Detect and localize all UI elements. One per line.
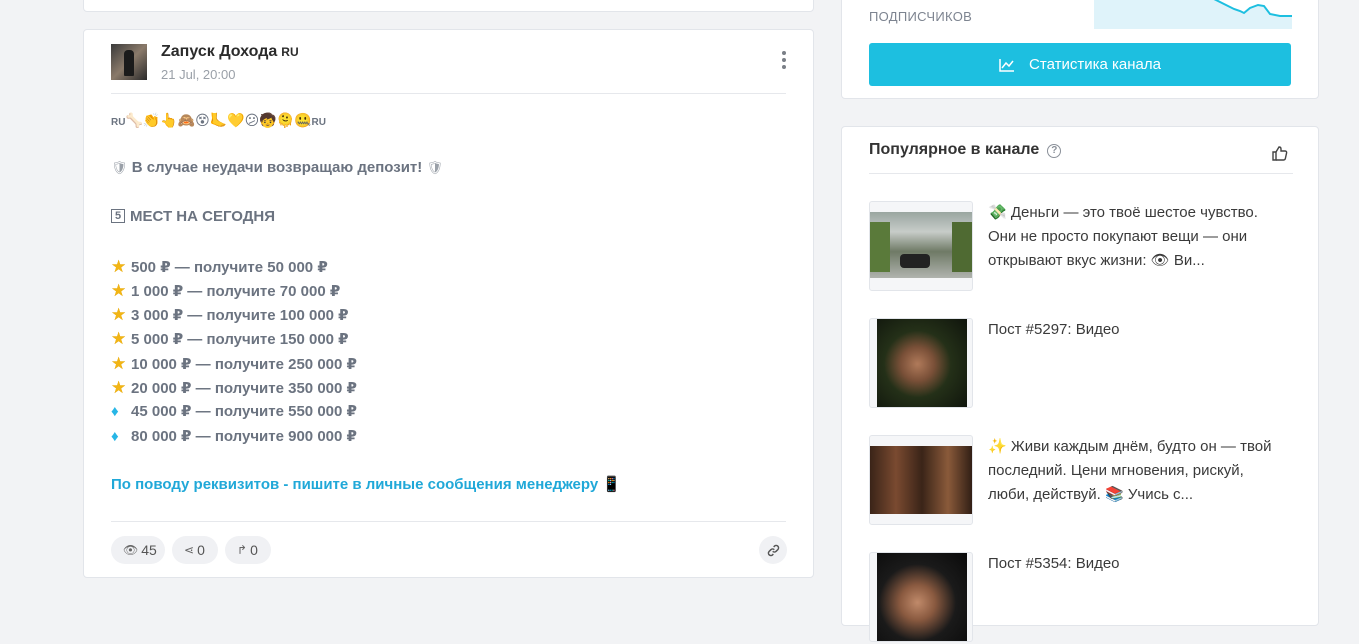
emoji-line: RU🦴👏👆🙈😵🦶💛😕🧒🫠🤐RU	[111, 112, 326, 129]
sparkles-icon: ✨	[988, 438, 1007, 455]
offer-line: ★ 10 000 ₽ — получите 250 000 ₽	[111, 354, 357, 374]
offer-text: 5 000 ₽ — получите 150 000 ₽	[131, 331, 349, 348]
header-divider	[111, 93, 786, 94]
subscribers-label: ПОДПИСЧИКОВ	[869, 9, 973, 24]
popular-item-thumbnail	[869, 318, 973, 408]
keycap-number-icon: 5	[111, 209, 125, 223]
star-icon: ★	[111, 305, 127, 324]
more-options-icon[interactable]	[780, 51, 788, 71]
popular-item[interactable]: ✨ Живи каждым днём, будто он — твой посл…	[869, 435, 1289, 527]
offer-line: ★ 500 ₽ — получите 50 000 ₽	[111, 257, 328, 277]
popular-title-text: Популярное в канале	[869, 141, 1040, 158]
contact-text: По поводу реквизитов - пишите в личные с…	[111, 476, 599, 493]
thumbs-up-icon[interactable]	[1271, 144, 1289, 162]
places-text: МЕСТ НА СЕГОДНЯ	[130, 208, 276, 225]
channel-statistics-label: Статистика канала	[1029, 56, 1161, 73]
offer-line: ♦ 45 000 ₽ — получите 550 000 ₽	[111, 402, 357, 420]
emoji-line-prefix: RU	[111, 117, 126, 128]
offer-line: ★ 5 000 ₽ — получите 150 000 ₽	[111, 329, 349, 349]
views-count: 45	[141, 542, 157, 558]
offer-text: 80 000 ₽ — получите 900 000 ₽	[131, 428, 357, 445]
forwards-count: 0	[250, 542, 258, 558]
offer-line: ♦ 80 000 ₽ — получите 900 000 ₽	[111, 427, 357, 445]
places-line: 5 МЕСТ НА СЕГОДНЯ	[111, 208, 275, 225]
forwards-counter[interactable]: ↱ 0	[225, 536, 271, 564]
star-icon: ★	[111, 257, 127, 276]
deposit-line: 🛡 В случае неудачи возвращаю депозит! 🛡	[111, 159, 443, 176]
forward-arrow-icon: ↱	[237, 543, 248, 557]
star-icon: ★	[111, 378, 127, 397]
views-counter[interactable]: 👁 45	[111, 536, 165, 564]
share-icon: ⋖	[184, 543, 195, 557]
offer-line: ★ 1 000 ₽ — получите 70 000 ₽	[111, 281, 340, 301]
diamond-icon: ♦	[111, 428, 119, 445]
offer-line: ★ 20 000 ₽ — получите 350 000 ₽	[111, 378, 357, 398]
offer-text: 1 000 ₽ — получите 70 000 ₽	[131, 283, 341, 300]
channel-lang-badge: RU	[281, 45, 299, 59]
popular-item-text: 💸 Деньги — это твоё шестое чувство. Они …	[988, 201, 1288, 273]
popular-item-text: ✨ Живи каждым днём, будто он — твой посл…	[988, 435, 1288, 507]
popular-item-thumbnail	[869, 552, 973, 642]
popular-item[interactable]: Пост #5354: Видео	[869, 552, 1289, 644]
subscribers-sparkline	[1094, 0, 1292, 29]
popular-item-caption: Пост #5354: Видео	[988, 555, 1120, 572]
popular-item-caption: Деньги — это твоё шестое чувство. Они не…	[988, 204, 1258, 269]
popular-item-text: Пост #5354: Видео	[988, 552, 1288, 576]
popular-item[interactable]: Пост #5297: Видео	[869, 318, 1289, 410]
diamond-icon: ♦	[111, 403, 119, 420]
copy-link-button[interactable]	[759, 536, 787, 564]
popular-title: Популярное в канале?	[869, 141, 1062, 159]
shield-icon: 🛡	[111, 160, 128, 175]
popular-item[interactable]: 💸 Деньги — это твоё шестое чувство. Они …	[869, 201, 1289, 293]
channel-name-text: Zапуск Дохода	[161, 43, 278, 60]
money-icon: 💸	[988, 204, 1007, 221]
help-icon[interactable]: ?	[1047, 144, 1062, 158]
offer-text: 20 000 ₽ — получите 350 000 ₽	[131, 380, 357, 397]
offer-line: ★ 3 000 ₽ — получите 100 000 ₽	[111, 305, 349, 325]
shares-count: 0	[197, 542, 205, 558]
popular-in-channel-card: Популярное в канале? 💸 Деньги — это твоё…	[841, 126, 1319, 642]
post-date: 21 Jul, 20:00	[161, 67, 236, 82]
star-icon: ★	[111, 281, 127, 300]
star-icon: ★	[111, 329, 127, 348]
chart-line-icon	[999, 58, 1015, 72]
popular-divider	[869, 173, 1293, 174]
popular-item-thumbnail	[869, 201, 973, 291]
popular-item-thumbnail	[869, 435, 973, 525]
deposit-text: В случае неудачи возвращаю депозит!	[131, 159, 423, 176]
contact-line[interactable]: По поводу реквизитов - пишите в личные с…	[111, 475, 621, 493]
offer-text: 3 000 ₽ — получите 100 000 ₽	[131, 307, 349, 324]
link-icon	[767, 544, 779, 556]
post-card: Zапуск Дохода RU 21 Jul, 20:00 RU🦴👏👆🙈😵🦶💛😕…	[83, 29, 814, 578]
eye-icon: 👁	[123, 543, 139, 557]
previous-post-card	[83, 0, 814, 12]
offer-text: 500 ₽ — получите 50 000 ₽	[131, 259, 328, 276]
channel-stats-card: ПОДПИСЧИКОВ Статистика канала	[841, 0, 1319, 99]
popular-item-caption: Живи каждым днём, будто он — твой послед…	[988, 438, 1272, 503]
channel-statistics-button[interactable]: Статистика канала	[869, 43, 1291, 86]
offer-text: 45 000 ₽ — получите 550 000 ₽	[131, 403, 357, 420]
popular-item-caption: Пост #5297: Видео	[988, 321, 1120, 338]
popular-item-text: Пост #5297: Видео	[988, 318, 1288, 342]
emoji-sequence: 🦴👏👆🙈😵🦶💛😕🧒🫠🤐	[125, 112, 312, 128]
shares-counter[interactable]: ⋖ 0	[172, 536, 218, 564]
shield-icon: 🛡	[426, 160, 443, 175]
channel-avatar[interactable]	[111, 44, 147, 80]
emoji-line-suffix: RU	[311, 117, 326, 128]
channel-name[interactable]: Zапуск Дохода RU	[161, 43, 299, 61]
phone-icon: 📱	[602, 476, 622, 493]
footer-divider	[111, 521, 786, 522]
star-icon: ★	[111, 354, 127, 373]
offer-text: 10 000 ₽ — получите 250 000 ₽	[131, 356, 357, 373]
